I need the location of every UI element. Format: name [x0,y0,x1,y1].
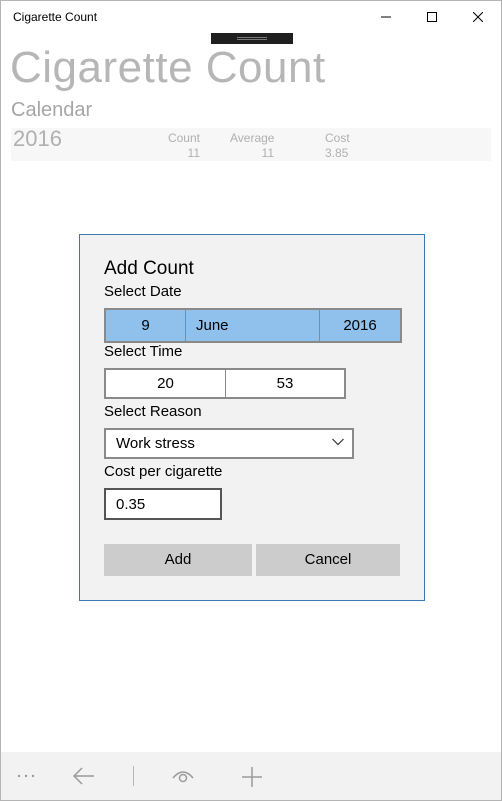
stat-cost: Cost 3.85 [325,131,350,160]
cancel-button[interactable]: Cancel [256,544,400,576]
date-day[interactable]: 9 [106,310,185,341]
section-title: Calendar [11,99,93,121]
window-title: Cigarette Count [13,10,98,24]
summary-year: 2016 [13,126,62,151]
stat-cost-label: Cost [325,131,350,145]
time-picker[interactable]: 20 53 [104,368,346,399]
summary-row[interactable]: 2016 Count 11 Average 11 Cost 3.85 [11,126,491,161]
minimize-button[interactable] [363,1,409,33]
app-window: Cigarette Count Cigarette Count Calendar… [0,0,502,801]
cost-per-cigarette-label: Cost per cigarette [104,463,223,480]
dialog-title: Add Count [104,258,194,279]
select-time-label: Select Time [104,343,183,360]
stat-average-value: 11 [261,146,274,160]
add-button[interactable]: Add [104,544,252,576]
stat-average-label: Average [230,131,275,145]
back-icon[interactable] [73,767,95,785]
time-minute[interactable]: 53 [226,370,344,397]
select-reason-label: Select Reason [104,403,202,420]
date-year[interactable]: 2016 [320,310,400,341]
date-separator [185,310,186,341]
add-icon[interactable] [241,766,263,788]
stat-count: Count 11 [166,131,200,160]
close-icon [473,12,483,22]
app-bar [1,752,501,800]
chevron-down-icon [332,438,344,446]
select-date-label: Select Date [104,283,182,300]
cost-input-box[interactable] [104,488,222,520]
title-bar[interactable]: Cigarette Count [1,1,501,33]
reason-value: Work stress [116,435,195,452]
add-count-dialog: Add Count Select Date 9 June 2016 Select… [79,234,425,601]
grip-icon [237,37,267,40]
cost-input[interactable] [106,490,216,518]
date-month[interactable]: June [196,310,229,341]
minimize-icon [381,16,391,18]
time-hour[interactable]: 20 [106,370,225,397]
appbar-divider [133,766,134,786]
date-picker[interactable]: 9 June 2016 [104,308,402,343]
stat-cost-value: 3.85 [325,146,349,160]
page-title: Cigarette Count [10,43,326,92]
maximize-icon [427,12,437,22]
view-icon[interactable] [172,768,194,784]
stat-average: Average 11 [230,131,274,160]
reason-dropdown[interactable]: Work stress [104,428,354,459]
stat-count-value: 11 [187,146,200,160]
more-icon[interactable] [17,774,35,778]
stat-count-label: Count [167,131,200,145]
maximize-button[interactable] [409,1,455,33]
close-button[interactable] [455,1,501,33]
